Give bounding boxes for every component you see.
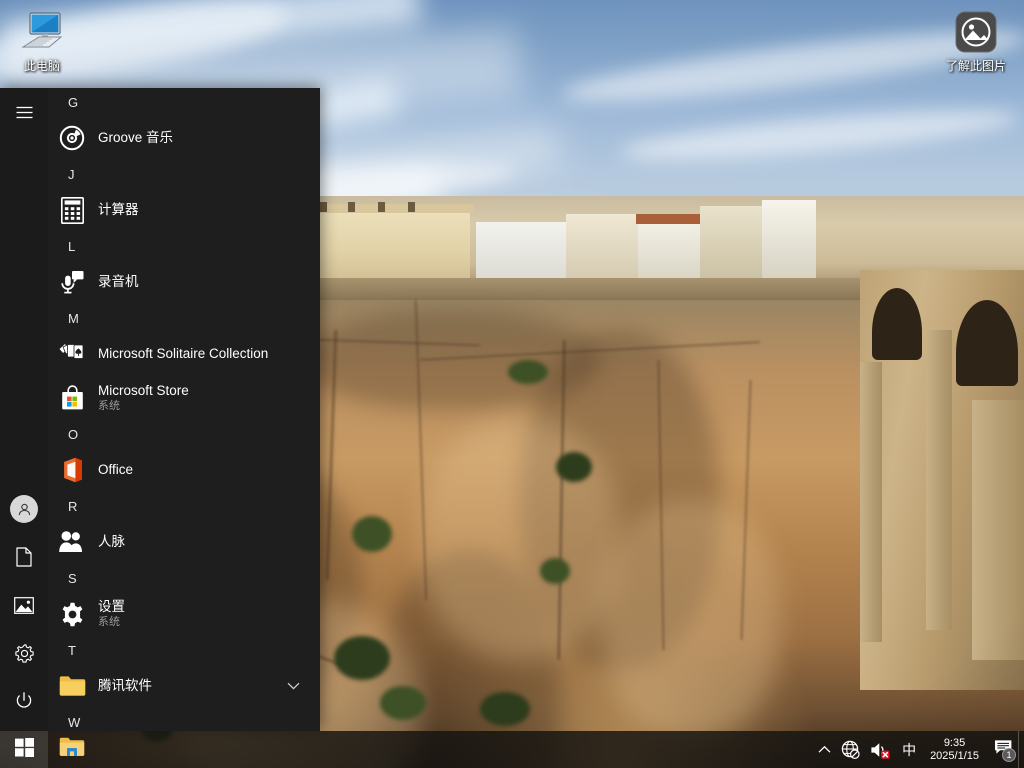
app-item-subtitle: 系统 <box>98 616 125 629</box>
app-item-settings[interactable]: 设置 系统 <box>48 592 320 636</box>
app-item-text: Office <box>98 462 133 478</box>
desktop-icon-this-pc[interactable]: 此电脑 <box>4 8 80 74</box>
app-item-name: Groove 音乐 <box>98 130 173 146</box>
folder-explorer-icon <box>59 736 85 763</box>
app-item-name: 计算器 <box>98 202 139 218</box>
office-icon <box>56 454 88 486</box>
app-group-letter[interactable]: O <box>48 420 320 448</box>
desktop-icon-label: 了解此图片 <box>938 59 1014 74</box>
computer-icon <box>4 8 80 56</box>
app-group-letter[interactable]: W <box>48 708 320 731</box>
app-item-text: Microsoft Solitaire Collection <box>98 346 268 362</box>
document-icon[interactable] <box>0 533 48 581</box>
app-item-text: 腾讯软件 <box>98 678 152 694</box>
tray-overflow-chevron-up-icon[interactable] <box>812 731 836 768</box>
app-item-text: Microsoft Store 系统 <box>98 383 189 413</box>
start-button[interactable] <box>0 731 48 768</box>
app-group-letter[interactable]: R <box>48 492 320 520</box>
speaker-muted-icon[interactable] <box>865 731 895 768</box>
clock-date: 2025/1/15 <box>930 750 979 763</box>
app-item-text: 计算器 <box>98 202 139 218</box>
app-item-name: 录音机 <box>98 274 139 290</box>
app-item-text: 设置 系统 <box>98 599 125 629</box>
calculator-icon <box>56 194 88 226</box>
windows-logo-icon <box>15 738 34 762</box>
solitaire-icon <box>56 338 88 370</box>
voice-recorder-icon <box>56 266 88 298</box>
app-item-name: Microsoft Solitaire Collection <box>98 346 268 362</box>
app-item-people[interactable]: 人脉 <box>48 520 320 564</box>
app-item-text: Groove 音乐 <box>98 130 173 146</box>
notification-count-badge: 1 <box>1002 748 1016 762</box>
gear-icon <box>56 598 88 630</box>
action-center-button[interactable]: 1 <box>988 731 1018 768</box>
app-group-letter[interactable]: T <box>48 636 320 664</box>
app-group-letter[interactable]: M <box>48 304 320 332</box>
app-group-letter[interactable]: L <box>48 232 320 260</box>
app-item-voice-recorder[interactable]: 录音机 <box>48 260 320 304</box>
app-item-microsoft-store[interactable]: Microsoft Store 系统 <box>48 376 320 420</box>
app-item-name: 人脉 <box>98 534 125 550</box>
app-item-subtitle: 系统 <box>98 400 189 413</box>
app-item-name: 腾讯软件 <box>98 678 152 694</box>
app-item-text: 人脉 <box>98 534 125 550</box>
desktop-icon-label: 此电脑 <box>4 59 80 74</box>
taskbar-file-explorer[interactable] <box>48 731 96 768</box>
avatar <box>10 495 38 523</box>
groove-music-icon <box>56 122 88 154</box>
app-item-name: Office <box>98 462 133 478</box>
chevron-down-icon[interactable] <box>287 677 300 695</box>
app-item-name: Microsoft Store <box>98 383 189 399</box>
app-item-text: 录音机 <box>98 274 139 290</box>
gear-icon[interactable] <box>0 629 48 677</box>
app-item-groove-music[interactable]: Groove 音乐 <box>48 116 320 160</box>
globe-no-internet-icon[interactable] <box>836 731 865 768</box>
wallpaper-bridge <box>860 270 1024 690</box>
people-icon <box>56 526 88 558</box>
app-item-office[interactable]: Office <box>48 448 320 492</box>
app-item-name: 设置 <box>98 599 125 615</box>
hamburger-menu-icon[interactable] <box>0 88 48 136</box>
start-menu-rail[interactable] <box>0 88 48 731</box>
desktop-icon-spotlight[interactable]: 了解此图片 <box>938 8 1014 74</box>
power-icon[interactable] <box>0 677 48 725</box>
app-item-tencent-folder[interactable]: 腾讯软件 <box>48 664 320 708</box>
picture-icon[interactable] <box>0 581 48 629</box>
microsoft-store-icon <box>56 382 88 414</box>
start-menu[interactable]: G Groove 音乐 J <box>0 88 320 731</box>
show-desktop-button[interactable] <box>1018 731 1024 768</box>
start-menu-rail-bottom[interactable] <box>0 485 48 725</box>
taskbar-clock[interactable]: 9:35 2025/1/15 <box>923 731 988 768</box>
folder-icon <box>56 670 88 702</box>
clock-time: 9:35 <box>944 737 965 750</box>
app-item-solitaire[interactable]: Microsoft Solitaire Collection <box>48 332 320 376</box>
start-menu-app-list[interactable]: G Groove 音乐 J <box>48 88 320 731</box>
spotlight-picture-icon <box>938 8 1014 56</box>
app-group-letter[interactable]: J <box>48 160 320 188</box>
app-group-letter[interactable]: S <box>48 564 320 592</box>
user-avatar-icon[interactable] <box>0 485 48 533</box>
app-item-calculator[interactable]: 计算器 <box>48 188 320 232</box>
system-tray[interactable]: 中 9:35 2025/1/15 1 <box>812 731 1024 768</box>
taskbar[interactable]: 中 9:35 2025/1/15 1 <box>0 731 1024 768</box>
ime-language-indicator[interactable]: 中 <box>895 731 923 768</box>
app-group-letter[interactable]: G <box>48 88 320 116</box>
